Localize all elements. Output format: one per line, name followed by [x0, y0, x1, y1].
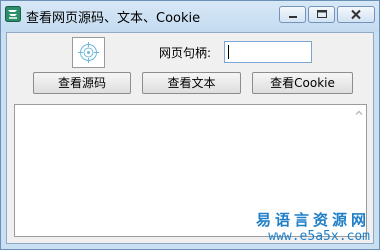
text-caret: [228, 45, 229, 59]
watermark-site-name: 易语言资源网: [255, 211, 370, 229]
view-cookie-button[interactable]: 查看Cookie: [252, 72, 353, 94]
title-bar[interactable]: 查看网页源码、文本、Cookie: [1, 1, 379, 32]
handle-input[interactable]: [224, 41, 312, 63]
view-text-button[interactable]: 查看文本: [142, 72, 241, 94]
crosshair-target-icon: [78, 42, 99, 63]
minimize-button[interactable]: [279, 6, 306, 23]
maximize-button[interactable]: [308, 6, 335, 23]
minimize-icon: [289, 16, 297, 18]
crosshair-picture[interactable]: [72, 37, 105, 68]
maximize-icon: [317, 10, 327, 18]
window-title: 查看网页源码、文本、Cookie: [26, 11, 201, 26]
main-window: 查看网页源码、文本、Cookie 网页句柄: 查看源码 查看文本 查看Cooki…: [0, 0, 380, 250]
handle-label: 网页句柄:: [159, 46, 212, 60]
app-icon: [5, 6, 21, 22]
close-button[interactable]: [337, 6, 375, 23]
watermark-url: www.e5a5x.com: [268, 229, 370, 244]
view-source-button[interactable]: 查看源码: [33, 72, 131, 94]
scroll-up-arrow-icon: [355, 110, 363, 116]
scroll-up-button[interactable]: [351, 105, 367, 121]
close-icon: [351, 9, 361, 20]
site-watermark: 易语言资源网 www.e5a5x.com: [254, 209, 372, 245]
